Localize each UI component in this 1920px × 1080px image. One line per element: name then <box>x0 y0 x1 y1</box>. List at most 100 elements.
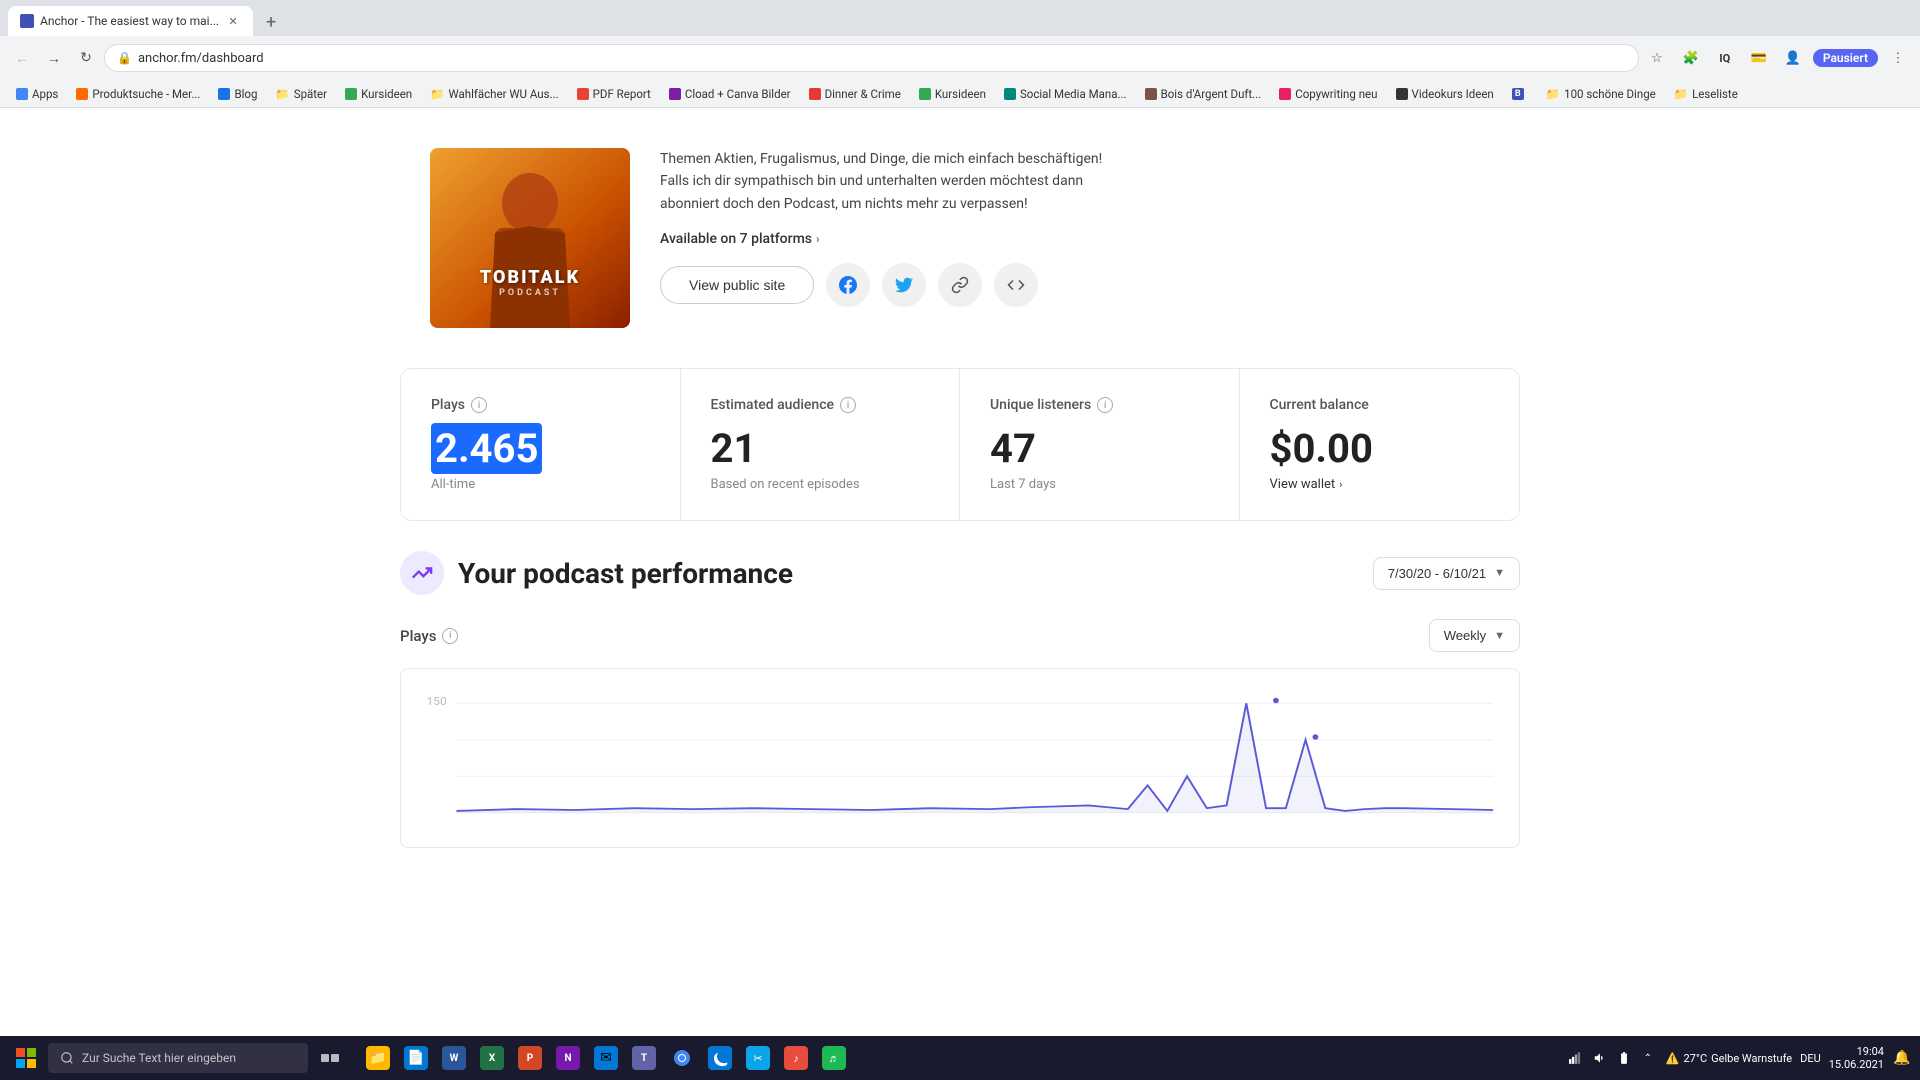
new-tab-button[interactable]: + <box>257 8 285 36</box>
bookmark-b[interactable]: B <box>1504 86 1536 102</box>
chart-peak-dot1 <box>1273 698 1279 703</box>
iq-icon[interactable]: IQ <box>1711 44 1739 72</box>
taskbar-music[interactable]: ♪ <box>778 1040 814 1076</box>
person-icon[interactable]: 👤 <box>1779 44 1807 72</box>
profile-button[interactable]: Pausiert <box>1813 49 1878 67</box>
plays-info-icon[interactable]: i <box>471 397 487 413</box>
powerpoint-icon: P <box>518 1046 542 1070</box>
frequency-dropdown-icon: ▼ <box>1494 630 1505 642</box>
wallet-icon[interactable]: 💳 <box>1745 44 1773 72</box>
bookmark-label: PDF Report <box>593 87 651 101</box>
teams-icon: T <box>632 1046 656 1070</box>
listeners-info-icon[interactable]: i <box>1097 397 1113 413</box>
chart-line-icon <box>411 562 433 584</box>
frequency-dropdown-button[interactable]: Weekly ▼ <box>1429 619 1520 652</box>
back-button[interactable]: ← <box>8 44 36 72</box>
notification-center-button[interactable]: 🔔 <box>1892 1048 1912 1068</box>
stat-balance: Current balance $0.00 View wallet › <box>1240 369 1520 520</box>
bookmark-label: Dinner & Crime <box>825 87 901 101</box>
taskbar-file-explorer[interactable]: 📁 <box>360 1040 396 1076</box>
music-icon: ♪ <box>784 1046 808 1070</box>
performance-icon <box>400 551 444 595</box>
lock-icon: 🔒 <box>117 51 132 65</box>
chart-line <box>456 703 1493 811</box>
stat-listeners: Unique listeners i 47 Last 7 days <box>960 369 1240 520</box>
bookmark-blog[interactable]: Blog <box>210 85 265 103</box>
taskbar-files[interactable]: 📄 <box>398 1040 434 1076</box>
volume-icon[interactable] <box>1590 1048 1610 1068</box>
refresh-button[interactable]: ↻ <box>72 44 100 72</box>
stat-audience-sublabel: Based on recent episodes <box>711 477 930 492</box>
bookmark-spater[interactable]: 📁 Später <box>267 85 335 103</box>
start-button[interactable] <box>8 1040 44 1076</box>
bookmark-produktsuche[interactable]: Produktsuche - Mer... <box>68 85 208 103</box>
performance-chart: 150 <box>417 685 1503 831</box>
tab-favicon <box>20 14 34 28</box>
bookmark-copywriting[interactable]: Copywriting neu <box>1271 85 1385 103</box>
view-public-site-button[interactable]: View public site <box>660 266 814 304</box>
podcast-image: TOBITALK PODCAST <box>430 148 630 328</box>
time-text: 19:04 <box>1829 1045 1884 1058</box>
facebook-icon <box>839 276 857 294</box>
taskbar-excel[interactable]: X <box>474 1040 510 1076</box>
windows-icon <box>16 1048 36 1068</box>
taskbar-word[interactable]: W <box>436 1040 472 1076</box>
bookmark-bois[interactable]: Bois d'Argent Duft... <box>1137 85 1270 103</box>
bookmark-favicon <box>1004 88 1016 100</box>
copy-link-button[interactable] <box>938 263 982 307</box>
address-bar[interactable]: 🔒 anchor.fm/dashboard <box>104 44 1639 72</box>
date-range-button[interactable]: 7/30/20 - 6/10/21 ▼ <box>1373 557 1520 590</box>
bookmark-apps[interactable]: Apps <box>8 85 66 103</box>
weather-display: ⚠️ 27°C Gelbe Warnstufe <box>1666 1052 1792 1065</box>
twitter-icon <box>895 276 913 294</box>
plays-chart-info-icon[interactable]: i <box>442 628 458 644</box>
spotify-icon: ♬ <box>822 1046 846 1070</box>
bookmark-social[interactable]: Social Media Mana... <box>996 85 1135 103</box>
bookmark-videokurs[interactable]: Videokurs Ideen <box>1388 85 1502 103</box>
taskbar-snipping[interactable]: ✂ <box>740 1040 776 1076</box>
taskbar-search-box[interactable]: Zur Suche Text hier eingeben <box>48 1043 308 1073</box>
edge-icon <box>708 1046 732 1070</box>
bookmark-wahlfacher[interactable]: 📁 Wahlfächer WU Aus... <box>422 85 567 103</box>
bookmark-kursideen2[interactable]: Kursideen <box>911 85 994 103</box>
network-icon[interactable] <box>1566 1048 1586 1068</box>
bookmark-dinner[interactable]: Dinner & Crime <box>801 85 909 103</box>
stat-plays-sublabel: All-time <box>431 477 650 492</box>
bookmark-kursideen1[interactable]: Kursideen <box>337 85 420 103</box>
bookmark-pdf[interactable]: PDF Report <box>569 85 659 103</box>
tab-close-button[interactable]: ✕ <box>225 13 241 29</box>
taskbar-edge[interactable] <box>702 1040 738 1076</box>
bookmark-favicon <box>809 88 821 100</box>
taskbar-powerpoint[interactable]: P <box>512 1040 548 1076</box>
bookmark-label: Copywriting neu <box>1295 87 1377 101</box>
taskbar-teams[interactable]: T <box>626 1040 662 1076</box>
taskbar-onenote[interactable]: N <box>550 1040 586 1076</box>
forward-button[interactable]: → <box>40 44 68 72</box>
folder-icon: 📁 <box>1546 87 1560 101</box>
extension-icon[interactable]: 🧩 <box>1677 44 1705 72</box>
platforms-link[interactable]: Available on 7 platforms › <box>660 231 1490 247</box>
taskbar-mail[interactable]: ✉ <box>588 1040 624 1076</box>
bookmark-star-icon[interactable]: ☆ <box>1643 44 1671 72</box>
audience-info-icon[interactable]: i <box>840 397 856 413</box>
bookmark-leseliste[interactable]: 📁 Leseliste <box>1666 85 1746 103</box>
search-icon <box>60 1051 74 1065</box>
bookmark-100dinge[interactable]: 📁 100 schöne Dinge <box>1538 85 1664 103</box>
bookmark-label: Kursideen <box>935 87 986 101</box>
chart-peak-dot2 <box>1312 734 1318 739</box>
facebook-share-button[interactable] <box>826 263 870 307</box>
podcast-card: TOBITALK PODCAST Themen Aktien, Frugalis… <box>400 128 1520 348</box>
taskbar-chrome[interactable] <box>664 1040 700 1076</box>
embed-button[interactable] <box>994 263 1038 307</box>
plays-highlighted-value: 2.465 <box>431 423 542 474</box>
menu-icon[interactable]: ⋮ <box>1884 44 1912 72</box>
bookmark-canva[interactable]: Cload + Canva Bilder <box>661 85 799 103</box>
taskbar-spotify[interactable]: ♬ <box>816 1040 852 1076</box>
active-tab[interactable]: Anchor - The easiest way to mai... ✕ <box>8 6 253 36</box>
chart-fill <box>456 703 1493 813</box>
view-wallet-link[interactable]: View wallet › <box>1270 477 1490 492</box>
task-view-button[interactable] <box>312 1040 348 1076</box>
up-arrow-icon[interactable]: ⌃ <box>1638 1048 1658 1068</box>
battery-icon[interactable] <box>1614 1048 1634 1068</box>
twitter-share-button[interactable] <box>882 263 926 307</box>
